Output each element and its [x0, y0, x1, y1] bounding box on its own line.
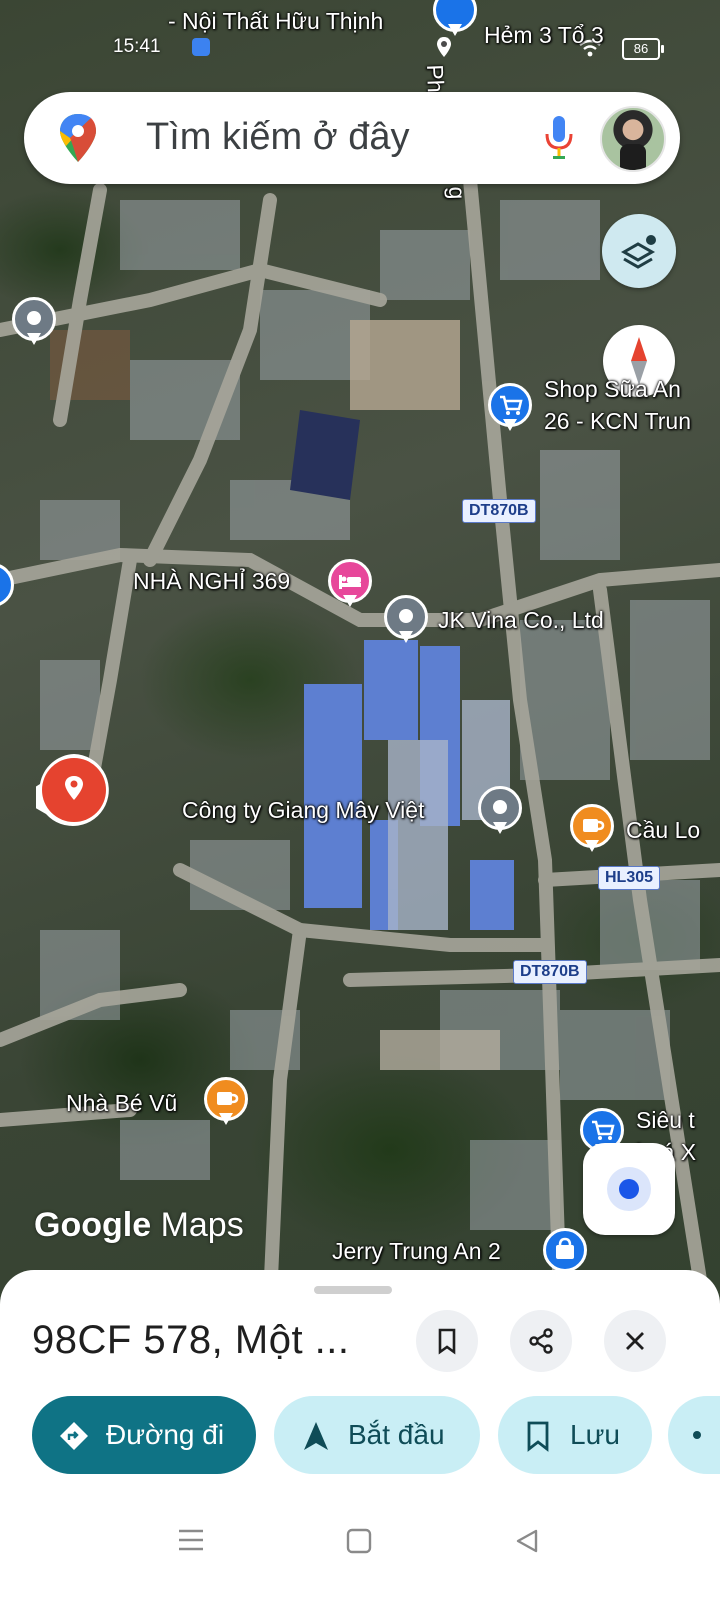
layers-icon — [620, 235, 656, 269]
place-pin-edge[interactable] — [0, 563, 14, 615]
layers-button[interactable] — [602, 214, 676, 288]
giang-may-pin[interactable] — [478, 786, 522, 838]
map-label-store[interactable]: - Nội Thất Hữu Thịnh — [168, 8, 383, 35]
bed-icon — [339, 575, 361, 589]
search-placeholder[interactable]: Tìm kiếm ở đây — [146, 116, 410, 159]
user-avatar[interactable] — [600, 106, 666, 172]
more-actions-button[interactable] — [668, 1396, 720, 1474]
save-label: Lưu — [570, 1419, 620, 1450]
map-label-jk-vina[interactable]: JK Vina Co., Ltd — [438, 607, 604, 634]
hotel-pin[interactable] — [328, 559, 372, 611]
shopping-bag-icon — [556, 1237, 574, 1259]
map-label-cau-lo[interactable]: Cầu Lo — [626, 817, 700, 844]
navigation-arrow-icon — [304, 1422, 328, 1450]
map-label-nha-be-vu[interactable]: Nhà Bé Vũ — [66, 1090, 177, 1117]
close-icon — [626, 1332, 644, 1350]
map-label-hem[interactable]: Hẻm 3 Tổ 3 — [484, 22, 604, 49]
map-label-shop-line2[interactable]: 26 - KCN Trun — [544, 408, 691, 435]
cafe-pin-nha-be-vu[interactable] — [204, 1077, 248, 1129]
back-icon[interactable] — [514, 1528, 540, 1554]
share-button[interactable] — [510, 1310, 572, 1372]
place-title: 98CF 578, Một ... — [32, 1318, 350, 1362]
my-location-button[interactable] — [583, 1143, 675, 1235]
google-wordmark: Google — [34, 1206, 152, 1244]
location-pin-icon — [437, 37, 451, 57]
recent-apps-icon[interactable] — [178, 1528, 204, 1552]
share-icon — [529, 1328, 553, 1354]
close-button[interactable] — [604, 1310, 666, 1372]
shopping-pin-top[interactable] — [433, 0, 477, 40]
coffee-cup-icon — [217, 1092, 239, 1105]
selected-location-pin[interactable] — [36, 752, 112, 828]
my-location-icon — [619, 1179, 639, 1199]
map-label-sieu-thi-1[interactable]: Siêu t — [636, 1107, 695, 1134]
jk-vina-pin[interactable] — [384, 595, 428, 647]
battery-indicator: 86 — [622, 38, 664, 60]
google-maps-logo-icon — [60, 114, 96, 162]
map-label-street: Ph — [422, 64, 449, 94]
bookmark-button[interactable] — [416, 1310, 478, 1372]
place-dot-icon — [493, 800, 507, 814]
map-label-jerry[interactable]: Jerry Trung An 2 — [332, 1238, 501, 1265]
notification-app-icon — [192, 38, 210, 56]
directions-label: Đường đi — [106, 1419, 225, 1450]
place-dot-icon — [27, 311, 41, 325]
map-label-shop-line1[interactable]: Shop Sữa An — [544, 376, 681, 403]
road-tag-dt870b: DT870B — [462, 499, 536, 523]
place-dot-icon — [399, 609, 413, 623]
start-button[interactable]: Bắt đầu — [274, 1396, 480, 1474]
bookmark-icon — [438, 1328, 456, 1355]
more-dots-icon — [693, 1431, 701, 1439]
save-button[interactable]: Lưu — [498, 1396, 652, 1474]
directions-button[interactable]: Đường đi — [32, 1396, 256, 1474]
status-time: 15:41 — [113, 36, 161, 57]
bookmark-icon — [527, 1421, 549, 1452]
road-tag-hl305: HL305 — [598, 866, 661, 890]
directions-icon — [60, 1422, 88, 1450]
map-label-nha-nghi[interactable]: NHÀ NGHỈ 369 — [133, 568, 290, 595]
microphone-icon[interactable] — [542, 114, 576, 162]
map-label-street-g: g — [444, 186, 471, 200]
road-tag-dt870b-bottom: DT870B — [513, 960, 587, 984]
place-pin-left[interactable] — [12, 297, 56, 349]
shopping-cart-icon — [500, 395, 523, 415]
maps-wordmark: Maps — [160, 1206, 244, 1244]
map-label-giang-may[interactable]: Công ty Giang Mây Việt — [182, 797, 424, 824]
place-bottom-sheet[interactable]: 98CF 578, Một ... Đường đi Bắt đầu Lưu — [0, 1270, 720, 1600]
cafe-pin-cau-lo[interactable] — [570, 804, 614, 856]
home-icon[interactable] — [346, 1528, 372, 1554]
sheet-drag-handle[interactable] — [314, 1286, 392, 1294]
start-label: Bắt đầu — [348, 1419, 445, 1450]
shop-sua-pin[interactable] — [488, 383, 532, 435]
system-navigation-bar — [0, 1480, 720, 1600]
search-bar[interactable]: Tìm kiếm ở đây — [24, 92, 680, 184]
satellite-map[interactable]: 15:41 86 - Nội Thất Hữu Thịnh Hẻm 3 Tổ 3… — [0, 0, 720, 1300]
coffee-cup-icon — [583, 819, 605, 832]
google-maps-watermark: Google Maps — [34, 1206, 244, 1245]
